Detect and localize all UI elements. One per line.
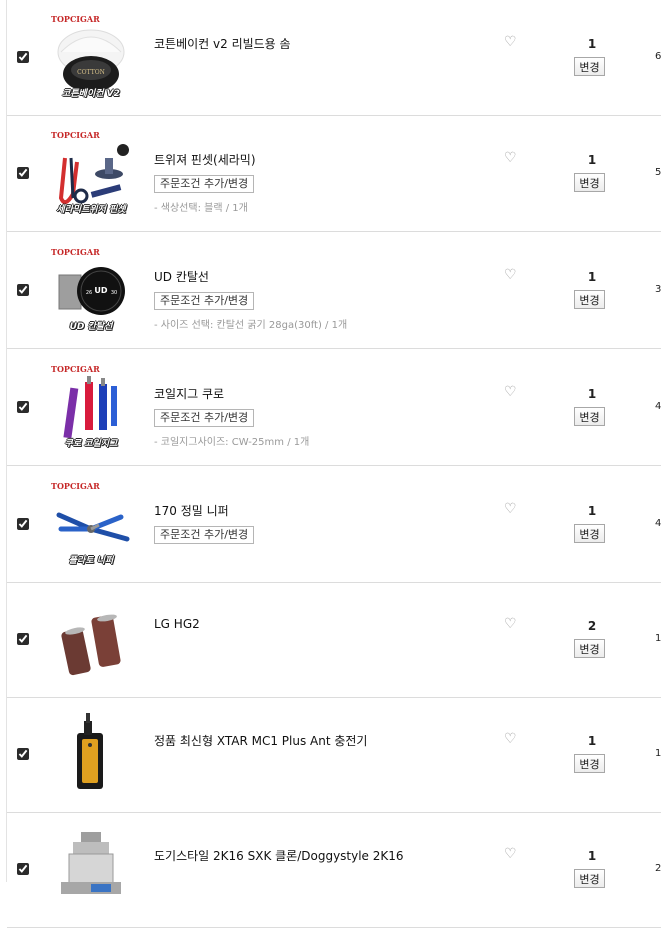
- product-thumbnail-cotton[interactable]: COTTON TOPCIGAR 코튼베이컨 V2: [51, 12, 131, 100]
- heart-icon[interactable]: ♡: [504, 151, 517, 165]
- selected-option-text: - 사이즈 선택: 칸탈선 굵기 28ga(30ft) / 1개: [154, 320, 348, 331]
- product-name-link[interactable]: 도기스타일 2K16 SXK 클론/Doggystyle 2K16: [154, 847, 404, 864]
- item-price: 17: [655, 748, 661, 759]
- atomizer-image: [61, 832, 121, 894]
- heart-icon[interactable]: ♡: [504, 847, 517, 861]
- svg-text:COTTON: COTTON: [77, 69, 105, 76]
- cart-item-row: TOPCIGAR 세라믹트위저 핀셋 트위져 핀셋(세라믹) 주문조건 추가/변…: [7, 116, 661, 232]
- change-options-button[interactable]: 주문조건 추가/변경: [154, 409, 255, 427]
- change-options-button[interactable]: 주문조건 추가/변경: [154, 175, 255, 193]
- item-select-checkbox[interactable]: [17, 633, 29, 645]
- heart-icon[interactable]: ♡: [504, 617, 517, 631]
- cart-item-row: TOPCIGAR 플라토 니퍼 170 정밀 니퍼 주문조건 추가/변경 ♡ 1…: [7, 467, 661, 583]
- product-name-link[interactable]: 170 정밀 니퍼: [154, 502, 229, 519]
- change-options-button[interactable]: 주문조건 추가/변경: [154, 292, 255, 310]
- heart-icon[interactable]: ♡: [504, 385, 517, 399]
- item-select-checkbox[interactable]: [17, 401, 29, 413]
- product-thumbnail-tweezer[interactable]: TOPCIGAR 세라믹트위저 핀셋: [51, 128, 131, 216]
- change-options-button[interactable]: 주문조건 추가/변경: [154, 526, 255, 544]
- change-quantity-button[interactable]: 변경: [574, 754, 605, 773]
- change-quantity-button[interactable]: 변경: [574, 57, 605, 76]
- quantity-value: 2: [587, 619, 597, 633]
- selected-option-text: - 색상선택: 블랙 / 1개: [154, 203, 248, 214]
- heart-icon[interactable]: ♡: [504, 268, 517, 282]
- quantity-value: 1: [587, 849, 597, 863]
- item-price: 4: [655, 518, 661, 529]
- item-select-checkbox[interactable]: [17, 518, 29, 530]
- product-name-link[interactable]: 코튼베이컨 v2 리빌드용 솜: [154, 35, 291, 52]
- thumbnail-caption: UD 칸탈선: [69, 322, 113, 332]
- item-price: 4: [655, 401, 661, 412]
- item-select-checkbox[interactable]: [17, 748, 29, 760]
- svg-text:30: 30: [111, 290, 117, 296]
- change-quantity-button[interactable]: 변경: [574, 407, 605, 426]
- product-name-link[interactable]: LG HG2: [154, 617, 200, 631]
- cart-item-row: 정품 최신형 XTAR MC1 Plus Ant 충전기 ♡ 1 변경 17: [7, 697, 661, 813]
- brand-logo: TOPCIGAR: [51, 130, 100, 140]
- item-price: 5: [655, 167, 661, 178]
- product-name-link[interactable]: 트위져 핀셋(세라믹): [154, 151, 256, 168]
- cart-item-row: TOPCIGAR 쿠로 코일지그 코일지그 쿠로 주문조건 추가/변경 - 코일…: [7, 350, 661, 466]
- product-thumbnail-kanthal[interactable]: UD 26 30 TOPCIGAR UD 칸탈선: [51, 245, 131, 333]
- change-quantity-button[interactable]: 변경: [574, 173, 605, 192]
- selected-option-text: - 코일지그사이즈: CW-25mm / 1개: [154, 437, 310, 448]
- item-price: 2: [655, 863, 661, 874]
- product-thumbnail-battery[interactable]: [51, 594, 131, 682]
- item-price: 12: [655, 633, 661, 644]
- cart-item-row: 도기스타일 2K16 SXK 클론/Doggystyle 2K16 ♡ 1 변경…: [7, 812, 661, 928]
- product-thumbnail-nipper[interactable]: TOPCIGAR 플라토 니퍼: [51, 479, 131, 567]
- change-quantity-button[interactable]: 변경: [574, 524, 605, 543]
- quantity-value: 1: [587, 387, 597, 401]
- item-select-checkbox[interactable]: [17, 863, 29, 875]
- quantity-value: 1: [587, 153, 597, 167]
- thumbnail-caption: 쿠로 코일지그: [64, 439, 118, 449]
- thumbnail-caption: 코튼베이컨 V2: [62, 89, 120, 99]
- quantity-value: 1: [587, 504, 597, 518]
- item-select-checkbox[interactable]: [17, 284, 29, 296]
- brand-logo: TOPCIGAR: [51, 14, 100, 24]
- cart-item-row: LG HG2 ♡ 2 변경 12: [7, 582, 661, 698]
- cart-item-row: UD 26 30 TOPCIGAR UD 칸탈선 UD 칸탈선 주문조건 추가/…: [7, 233, 661, 349]
- brand-logo: TOPCIGAR: [51, 364, 100, 374]
- thumbnail-caption: 플라토 니퍼: [68, 556, 114, 566]
- quantity-value: 1: [587, 734, 597, 748]
- product-name-link[interactable]: 정품 최신형 XTAR MC1 Plus Ant 충전기: [154, 732, 367, 749]
- heart-icon[interactable]: ♡: [504, 732, 517, 746]
- quantity-value: 1: [587, 270, 597, 284]
- quantity-value: 1: [587, 37, 597, 51]
- change-quantity-button[interactable]: 변경: [574, 869, 605, 888]
- product-thumbnail-coil-jig[interactable]: TOPCIGAR 쿠로 코일지그: [51, 362, 131, 450]
- heart-icon[interactable]: ♡: [504, 35, 517, 49]
- item-select-checkbox[interactable]: [17, 51, 29, 63]
- item-price: 6: [655, 51, 661, 62]
- product-name-link[interactable]: UD 칸탈선: [154, 268, 209, 285]
- change-quantity-button[interactable]: 변경: [574, 290, 605, 309]
- brand-logo: TOPCIGAR: [51, 481, 100, 491]
- item-price: 3: [655, 284, 661, 295]
- svg-text:UD: UD: [94, 286, 107, 295]
- brand-logo: TOPCIGAR: [51, 247, 100, 257]
- thumbnail-caption: 세라믹트위저 핀셋: [56, 205, 126, 215]
- item-select-checkbox[interactable]: [17, 167, 29, 179]
- battery-image: [61, 614, 121, 676]
- product-thumbnail-charger[interactable]: [51, 709, 131, 797]
- change-quantity-button[interactable]: 변경: [574, 639, 605, 658]
- heart-icon[interactable]: ♡: [504, 502, 517, 516]
- charger-image: [77, 713, 103, 789]
- svg-text:26: 26: [86, 290, 92, 296]
- cart-item-row: COTTON TOPCIGAR 코튼베이컨 V2 코튼베이컨 v2 리빌드용 솜…: [7, 0, 661, 116]
- product-thumbnail-atomizer[interactable]: [51, 824, 131, 912]
- product-name-link[interactable]: 코일지그 쿠로: [154, 385, 224, 402]
